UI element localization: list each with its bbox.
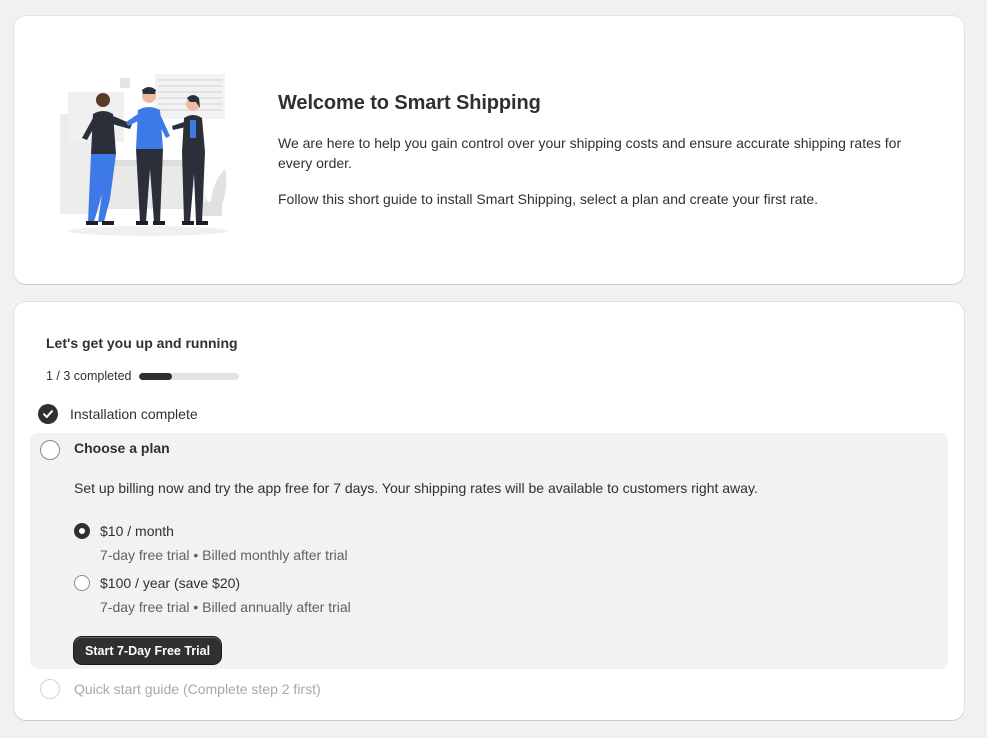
- welcome-intro: We are here to help you gain control ove…: [278, 135, 902, 171]
- welcome-card: Welcome to Smart Shipping We are here to…: [14, 16, 964, 284]
- plan-option-yearly[interactable]: $100 / year (save $20) 7-day free trial …: [74, 574, 351, 616]
- plan-option-monthly[interactable]: $10 / month 7-day free trial • Billed mo…: [74, 522, 348, 564]
- radio-unselected-icon[interactable]: [74, 575, 90, 591]
- plan-yearly-label: $100 / year (save $20): [100, 575, 241, 591]
- step-choose-plan-title[interactable]: Choose a plan: [74, 440, 170, 456]
- empty-circle-icon[interactable]: [40, 440, 60, 460]
- setup-title: Let's get you up and running: [46, 335, 238, 351]
- start-free-trial-button[interactable]: Start 7-Day Free Trial: [74, 637, 222, 664]
- plan-monthly-label: $10 / month: [100, 523, 174, 539]
- welcome-text: Welcome to Smart Shipping We are here to…: [278, 92, 918, 225]
- setup-guide-card: Let's get you up and running 1 / 3 compl…: [14, 302, 964, 720]
- checkmark-circle-icon: [38, 404, 58, 424]
- step-choose-plan: Choose a plan Set up billing now and try…: [30, 433, 948, 669]
- step-choose-plan-description: Set up billing now and try the app free …: [74, 480, 758, 496]
- radio-selected-icon[interactable]: [74, 523, 90, 539]
- empty-circle-icon: [40, 679, 60, 699]
- welcome-title: Welcome to Smart Shipping: [278, 92, 541, 114]
- team-illustration: [60, 74, 228, 236]
- step-quick-start-guide: Quick start guide (Complete step 2 first…: [40, 679, 321, 699]
- step-quick-start-label: Quick start guide (Complete step 2 first…: [74, 681, 321, 697]
- progress-label: 1 / 3 completed: [46, 369, 132, 383]
- welcome-guide: Follow this short guide to install Smart…: [278, 191, 819, 207]
- plan-yearly-help: 7-day free trial • Billed annually after…: [100, 599, 351, 615]
- setup-progress: 1 / 3 completed: [46, 369, 240, 383]
- progress-bar-fill: [139, 372, 173, 380]
- step-installation[interactable]: Installation complete: [38, 404, 198, 424]
- step-installation-label: Installation complete: [70, 406, 198, 422]
- plan-monthly-help: 7-day free trial • Billed monthly after …: [100, 547, 348, 563]
- progress-bar: [139, 372, 240, 380]
